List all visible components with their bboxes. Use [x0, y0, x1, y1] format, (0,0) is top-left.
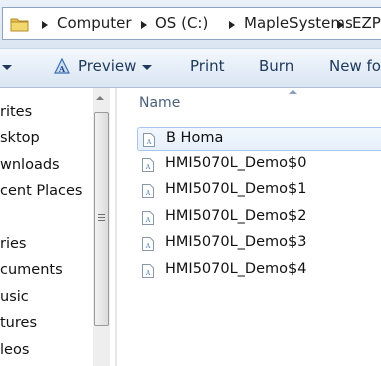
svg-text:A: A [145, 217, 151, 224]
scroll-grip-icon [98, 217, 105, 218]
breadcrumb-separator-icon[interactable] [42, 21, 48, 29]
new-folder-button[interactable]: New fol [329, 57, 381, 75]
file-icon: A [142, 237, 154, 251]
file-icon: A [143, 133, 155, 147]
file-row[interactable]: A HMI5070L_Demo$1 [137, 179, 381, 203]
breadcrumb-computer[interactable]: Computer [57, 14, 132, 32]
preview-button[interactable]: Preview [78, 57, 136, 75]
file-icon: A [142, 184, 154, 198]
svg-text:A: A [145, 270, 151, 277]
preview-icon: A [54, 57, 70, 74]
pane-divider[interactable] [115, 88, 117, 366]
nav-item-pictures[interactable]: tures [0, 315, 37, 331]
svg-text:A: A [146, 139, 152, 146]
scrollbar-thumb[interactable] [94, 112, 109, 326]
svg-text:A: A [145, 190, 151, 197]
address-field[interactable]: Computer OS (C:) MapleSystems EZPI [2, 7, 381, 40]
svg-text:A: A [145, 243, 151, 250]
command-bar: A Preview Print Burn New fol [0, 48, 381, 88]
scroll-grip-icon [98, 220, 105, 221]
breadcrumb-separator-icon[interactable] [338, 21, 344, 29]
organize-dropdown-icon[interactable] [2, 65, 12, 70]
breadcrumb-maplesystems[interactable]: MapleSystems [244, 14, 353, 32]
scroll-grip-icon [98, 214, 105, 215]
file-name: HMI5070L_Demo$2 [165, 208, 307, 224]
svg-text:A: A [58, 64, 66, 74]
print-button[interactable]: Print [190, 57, 225, 75]
file-row[interactable]: A HMI5070L_Demo$0 [137, 153, 381, 177]
file-name: B Homa [166, 130, 224, 146]
nav-item-desktop[interactable]: sktop [0, 130, 40, 146]
scroll-up-arrow-icon[interactable] [96, 96, 104, 100]
preview-dropdown-icon[interactable] [142, 65, 152, 70]
file-icon: A [142, 158, 154, 172]
file-row[interactable]: A HMI5070L_Demo$4 [137, 259, 381, 283]
breadcrumb-os-drive[interactable]: OS (C:) [155, 14, 208, 32]
nav-item-libraries[interactable]: ries [0, 236, 26, 252]
sort-ascending-icon [289, 90, 297, 94]
breadcrumb-separator-icon[interactable] [141, 21, 147, 29]
nav-item-music[interactable]: usic [0, 289, 29, 305]
breadcrumb-ezpi[interactable]: EZPI [352, 14, 381, 32]
column-header-name[interactable]: Name [139, 95, 180, 111]
file-row[interactable]: A HMI5070L_Demo$3 [137, 232, 381, 256]
file-name: HMI5070L_Demo$0 [165, 155, 307, 171]
breadcrumb-separator-icon[interactable] [229, 21, 235, 29]
file-icon: A [142, 211, 154, 225]
nav-item-downloads[interactable]: wnloads [0, 157, 60, 173]
svg-text:A: A [145, 164, 151, 171]
nav-item-recent-places[interactable]: cent Places [0, 183, 82, 199]
nav-item-videos[interactable]: leos [0, 342, 29, 358]
nav-item-documents[interactable]: cuments [0, 262, 63, 278]
file-name: HMI5070L_Demo$4 [165, 261, 307, 277]
file-name: HMI5070L_Demo$3 [165, 234, 307, 250]
file-name: HMI5070L_Demo$1 [165, 181, 307, 197]
burn-button[interactable]: Burn [259, 57, 294, 75]
address-bar: Computer OS (C:) MapleSystems EZPI [0, 0, 381, 48]
folder-icon [10, 18, 29, 32]
file-row-selected[interactable]: A B Homa [137, 127, 381, 151]
nav-item-favorites[interactable]: rites [0, 104, 32, 120]
file-row[interactable]: A HMI5070L_Demo$2 [137, 206, 381, 230]
file-icon: A [142, 264, 154, 278]
